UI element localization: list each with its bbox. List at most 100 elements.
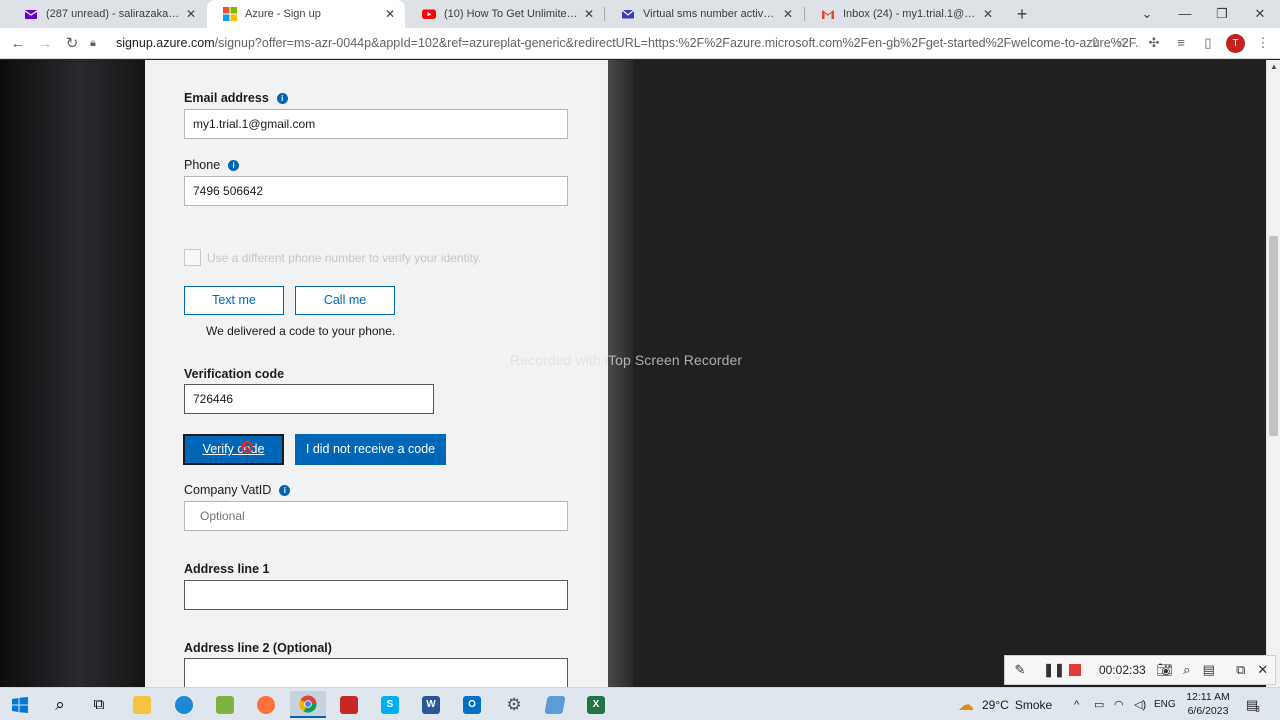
minimize-icon[interactable]: — — [1166, 0, 1204, 28]
page-backdrop-left — [0, 60, 145, 687]
new-tab-plus-icon[interactable]: + — [1012, 4, 1032, 24]
gmail-icon — [821, 7, 835, 21]
weather-widget[interactable]: ☁ 29°C Smoke — [958, 688, 1052, 720]
code-delivered-message: We delivered a code to your phone. — [206, 324, 396, 338]
windows-start-icon[interactable] — [2, 691, 38, 718]
stop-icon[interactable] — [1069, 664, 1081, 676]
app-icon[interactable] — [537, 691, 573, 718]
page-backdrop-strip — [608, 60, 633, 687]
tab-yahoo-mail[interactable]: (287 unread) - salirazakazmi@yahoo.com ✕ — [8, 0, 206, 28]
address2-input[interactable] — [184, 658, 568, 687]
screen-recorder-bar: ✎ ❚❚ 00:02:33 📷︎ ⌕ ▤ ⧉ ✕ — [1004, 655, 1276, 685]
file-explorer-icon[interactable] — [124, 691, 160, 718]
vat-label: Company VatID i — [184, 483, 291, 497]
page-backdrop-right — [633, 60, 1266, 687]
url-path: /signup?offer=ms-azr-0044p&appId=102&ref… — [214, 36, 1140, 50]
forward-arrow-icon[interactable]: → — [34, 33, 56, 55]
address1-input[interactable] — [184, 580, 568, 610]
battery-icon[interactable]: ▭ — [1094, 688, 1104, 720]
url-text: signup.azure.com/signup?offer=ms-azr-004… — [116, 36, 1140, 50]
search-icon[interactable]: ⌕ — [42, 691, 78, 718]
zoom-icon[interactable]: ⌕ — [1176, 662, 1198, 678]
screen-recorder-icon[interactable] — [331, 691, 367, 718]
media-control-icon[interactable]: ≡ — [1172, 34, 1190, 52]
windows-taskbar: ⌕ ⧉ S W O ⚙ X ☁ 29°C Smoke ^ ▭ ◠ ◁) ENG … — [0, 687, 1280, 720]
tab-gmail-inbox[interactable]: Inbox (24) - my1.trial.1@gmail.co ✕ — [805, 0, 1003, 28]
close-icon[interactable]: ✕ — [783, 7, 793, 21]
page-viewport: Email address i my1.trial.1@gmail.com Ph… — [0, 60, 1266, 687]
restore-icon[interactable]: ❐ — [1203, 0, 1241, 28]
clock-time: 12:11 AM — [1186, 691, 1230, 703]
scroll-thumb[interactable] — [1269, 236, 1278, 436]
edge-icon[interactable] — [166, 691, 202, 718]
wifi-icon[interactable]: ◠ — [1114, 688, 1124, 720]
close-icon[interactable]: ✕ — [1252, 662, 1274, 678]
side-panel-icon[interactable]: ▯ — [1199, 34, 1217, 52]
scroll-up-arrow-icon[interactable]: ▲ — [1270, 62, 1278, 71]
app-icon[interactable] — [207, 691, 243, 718]
excel-icon[interactable]: X — [578, 691, 614, 718]
call-me-button[interactable]: Call me — [295, 286, 395, 315]
volume-icon[interactable]: ◁) — [1134, 688, 1146, 720]
clock-date: 6/6/2023 — [1187, 705, 1229, 717]
tray-chevron-icon[interactable]: ^ — [1074, 688, 1079, 720]
outlook-icon[interactable]: O — [454, 691, 490, 718]
youtube-icon — [422, 7, 436, 21]
notification-icon[interactable]: ▤ 3 — [1246, 688, 1260, 720]
close-icon[interactable]: ✕ — [983, 7, 993, 21]
weather-temp: 29°C — [982, 697, 1009, 712]
email-field[interactable]: my1.trial.1@gmail.com — [184, 109, 568, 139]
weather-smoke-icon: ☁ — [958, 696, 974, 714]
pen-icon[interactable]: ✎ — [1009, 662, 1031, 678]
phone-field[interactable]: 7496 506642 — [184, 176, 568, 206]
info-icon[interactable]: i — [279, 484, 291, 496]
address1-label-text: Address line 1 — [184, 562, 270, 576]
verification-label-text: Verification code — [184, 367, 285, 381]
verify-code-button[interactable]: Verify code — [183, 434, 284, 465]
language-indicator[interactable]: ENG — [1154, 688, 1176, 720]
system-clock[interactable]: 12:11 AM 6/6/2023 — [1182, 690, 1234, 718]
address2-label: Address line 2 (Optional) — [184, 641, 332, 655]
page-scrollbar[interactable]: ▲ ▼ — [1266, 60, 1280, 687]
tab-search-chevron-icon[interactable]: ⌄ — [1128, 0, 1166, 28]
bookmark-star-icon[interactable]: ☆ — [1113, 34, 1131, 52]
info-icon[interactable]: i — [228, 159, 240, 171]
close-icon[interactable]: ✕ — [385, 7, 395, 21]
close-icon[interactable]: ✕ — [584, 7, 594, 21]
no-code-button[interactable]: I did not receive a code — [295, 434, 446, 465]
close-icon[interactable]: ✕ — [186, 7, 196, 21]
camera-icon[interactable]: 📷︎ — [1154, 662, 1176, 678]
task-view-icon[interactable]: ⧉ — [81, 691, 117, 718]
menu-kebab-icon[interactable]: ⋮ — [1254, 34, 1272, 52]
email-label-text: Email address — [184, 91, 269, 105]
pause-icon[interactable]: ❚❚ — [1043, 662, 1065, 678]
extensions-puzzle-icon[interactable]: ✣ — [1145, 34, 1163, 52]
word-icon[interactable]: W — [413, 691, 449, 718]
tab-virtual-sms[interactable]: Virtual sms number activation se ✕ — [605, 0, 803, 28]
text-me-button[interactable]: Text me — [184, 286, 284, 315]
edit-icon[interactable]: ⧉ — [1230, 662, 1252, 678]
phone-label: Phone i — [184, 158, 240, 172]
reload-icon[interactable]: ↻ — [61, 33, 83, 55]
tab-azure-signup[interactable]: Azure - Sign up ✕ — [207, 0, 405, 28]
tab-title: (10) How To Get Unlimited Virtual — [444, 8, 578, 20]
settings-gear-icon[interactable]: ⚙ — [496, 691, 532, 718]
annotation-icon[interactable]: ▤ — [1198, 662, 1220, 678]
firefox-icon[interactable] — [248, 691, 284, 718]
skype-icon[interactable]: S — [372, 691, 408, 718]
address2-label-text: Address line 2 (Optional) — [184, 641, 332, 655]
different-phone-checkbox[interactable] — [184, 249, 201, 266]
tab-youtube[interactable]: (10) How To Get Unlimited Virtual ✕ — [406, 0, 604, 28]
window-close-icon[interactable]: ✕ — [1241, 0, 1279, 28]
address1-label: Address line 1 — [184, 562, 269, 576]
lock-icon: 🔒︎ — [90, 36, 96, 49]
address-bar[interactable]: 🔒︎ signup.azure.com/signup?offer=ms-azr-… — [90, 30, 1140, 56]
share-icon[interactable]: ⇪ — [1086, 34, 1104, 52]
verification-code-field[interactable]: 726446 — [184, 384, 434, 414]
vat-input[interactable]: Optional — [184, 501, 568, 531]
tab-title: Inbox (24) - my1.trial.1@gmail.co — [843, 8, 977, 20]
chrome-icon[interactable] — [290, 691, 326, 718]
profile-avatar[interactable]: T — [1226, 34, 1245, 53]
back-arrow-icon[interactable]: ← — [7, 33, 29, 55]
info-icon[interactable]: i — [276, 92, 288, 104]
